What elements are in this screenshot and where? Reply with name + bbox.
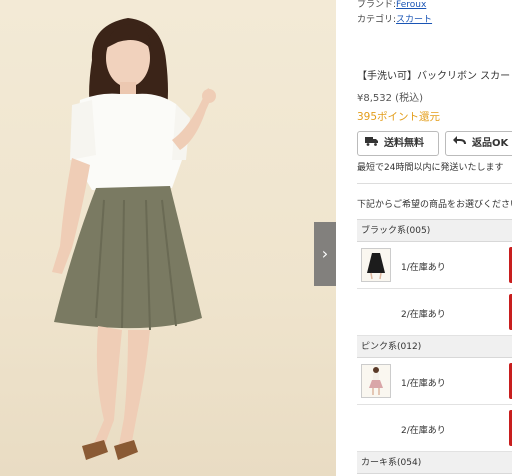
returns-ok-badge: 返品OK — [445, 131, 512, 156]
variant-row: 1/在庫あり — [357, 358, 512, 405]
model-illustration — [52, 18, 216, 460]
variant-group-header: ブラック系(005) — [357, 220, 512, 242]
variant-stock: 2/在庫あり — [401, 310, 446, 320]
divider — [357, 183, 512, 184]
brand-label: ブランド: — [357, 0, 397, 10]
variant-group-header: ピンク系(012) — [357, 336, 512, 358]
return-arrow-icon — [452, 132, 468, 155]
variant-thumbnail[interactable] — [361, 364, 391, 398]
variant-thumbnail[interactable] — [361, 248, 391, 282]
brand-line: ブランド:Feroux — [357, 0, 426, 10]
shipping-note: 最短で24時間以内に発送いたします — [357, 163, 504, 173]
variant-stock: 1/在庫あり — [401, 379, 446, 389]
next-image-button[interactable]: › — [314, 222, 336, 286]
variant-row: 1/在庫あり — [357, 242, 512, 289]
select-instruction: 下記からご希望の商品をお選びください — [357, 200, 512, 210]
variant-stock: 2/在庫あり — [401, 426, 446, 436]
points-reward: 395ポイント還元 — [357, 111, 441, 123]
variant-stock: 1/在庫あり — [401, 263, 446, 273]
variant-row: 2/在庫あり — [357, 289, 512, 336]
pink-skirt-model-image — [369, 367, 383, 395]
product-title: 【手洗い可】バックリボン スカート — [357, 71, 512, 82]
category-label: カテゴリ: — [357, 15, 397, 25]
free-shipping-badge: 送料無料 — [357, 131, 439, 156]
variant-table: ブラック系(005) 1/在庫あり 2/在庫あり ピンク系(012) 1/在庫あ… — [357, 219, 512, 474]
truck-icon — [364, 132, 380, 155]
black-skirt-image — [367, 253, 385, 280]
product-price: ¥8,532 (税込) — [357, 93, 423, 104]
chevron-right-icon: › — [321, 244, 329, 263]
returns-label: 返品OK — [472, 138, 509, 149]
brand-link[interactable]: Feroux — [396, 0, 426, 10]
category-link[interactable]: スカート — [396, 15, 432, 25]
variant-group-header: カーキ系(054) — [357, 452, 512, 474]
product-photo: › — [0, 0, 336, 476]
category-line: カテゴリ:スカート — [357, 12, 432, 25]
free-shipping-label: 送料無料 — [384, 138, 424, 149]
variant-row: 2/在庫あり — [357, 405, 512, 452]
